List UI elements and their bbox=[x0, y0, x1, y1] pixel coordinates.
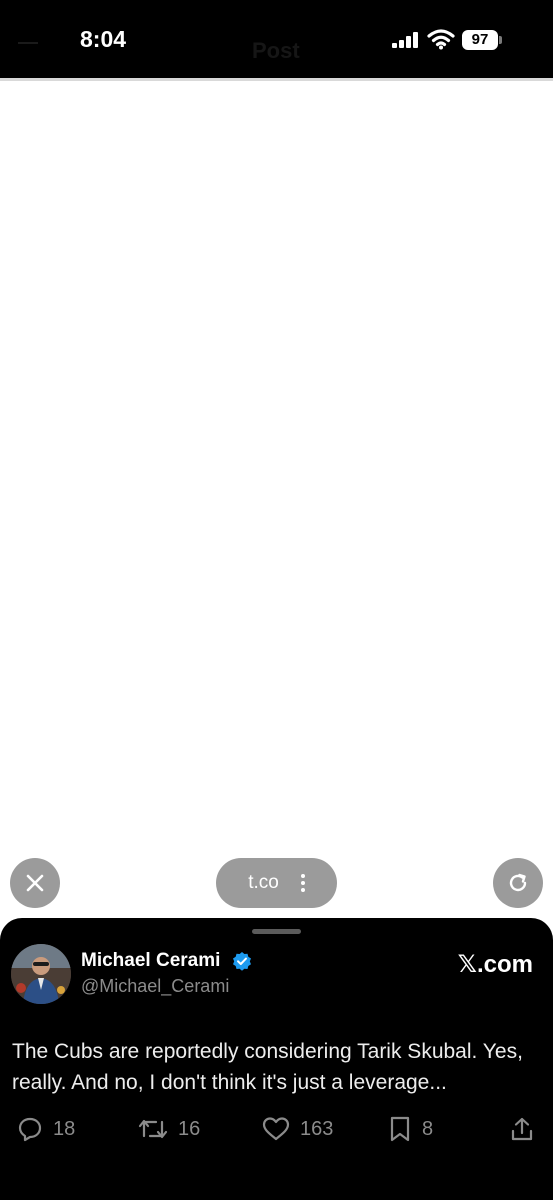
post-actions: 18 16 163 8 bbox=[0, 1116, 553, 1146]
post-preview-sheet[interactable]: Michael Cerami @Michael_Cerami 𝕏.com The… bbox=[0, 918, 553, 1200]
author-handle[interactable]: @Michael_Cerami bbox=[81, 976, 229, 997]
battery-nub bbox=[499, 36, 502, 44]
post-text[interactable]: The Cubs are reportedly considering Tari… bbox=[12, 1036, 542, 1098]
repost-icon bbox=[138, 1119, 168, 1139]
close-icon bbox=[26, 874, 44, 892]
verified-badge-icon bbox=[232, 951, 252, 976]
reply-button[interactable]: 18 bbox=[17, 1116, 75, 1142]
reload-button[interactable] bbox=[493, 858, 543, 908]
share-button[interactable] bbox=[510, 1116, 534, 1142]
heart-icon bbox=[262, 1117, 290, 1141]
behind-page-title: Post bbox=[252, 38, 300, 63]
bookmark-button[interactable]: 8 bbox=[388, 1116, 433, 1142]
status-bar: Post 8:04 97 bbox=[0, 0, 553, 78]
author-name[interactable]: Michael Cerami bbox=[81, 950, 220, 972]
repost-button[interactable]: 16 bbox=[138, 1116, 200, 1142]
url-pill[interactable]: t.co bbox=[216, 858, 337, 908]
divider bbox=[0, 78, 553, 81]
wifi-icon bbox=[427, 28, 455, 55]
bookmark-count: 8 bbox=[422, 1117, 434, 1140]
cellular-signal-icon bbox=[392, 32, 420, 53]
source-link[interactable]: 𝕏.com bbox=[458, 950, 533, 979]
like-count: 163 bbox=[300, 1117, 334, 1140]
reload-icon bbox=[509, 873, 527, 892]
reply-icon bbox=[18, 1117, 42, 1142]
bookmark-icon bbox=[390, 1116, 410, 1142]
url-label: t.co bbox=[248, 872, 279, 893]
reply-count: 18 bbox=[53, 1117, 76, 1140]
status-time: 8:04 bbox=[80, 26, 127, 52]
back-arrow-icon bbox=[18, 42, 38, 44]
share-icon bbox=[511, 1117, 533, 1141]
more-options-icon[interactable] bbox=[300, 874, 305, 892]
like-button[interactable]: 163 bbox=[262, 1116, 333, 1142]
repost-count: 16 bbox=[178, 1117, 201, 1140]
avatar[interactable] bbox=[11, 944, 71, 1004]
battery-indicator: 97 bbox=[462, 30, 498, 50]
sheet-grabber[interactable] bbox=[252, 929, 301, 934]
close-button[interactable] bbox=[10, 858, 60, 908]
